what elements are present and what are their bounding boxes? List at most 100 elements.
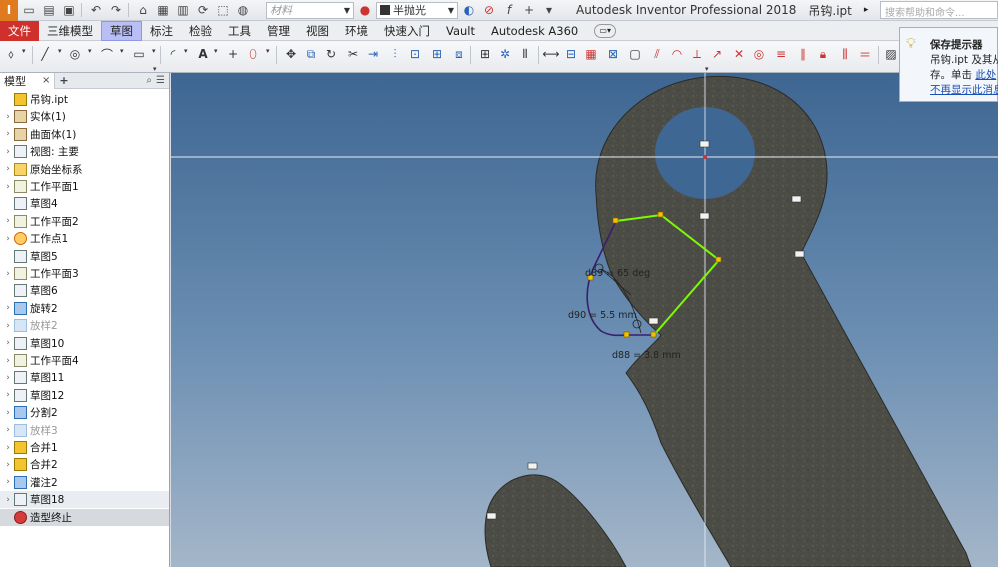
new-file-icon[interactable]: ▭ bbox=[20, 1, 38, 19]
expand-chevron-icon[interactable]: › bbox=[3, 147, 13, 157]
ribbon-options-icon[interactable]: ▭▾ bbox=[594, 23, 617, 38]
tree-item[interactable]: 草图4 bbox=[0, 195, 169, 212]
chevron-down-icon[interactable]: ▾ bbox=[214, 47, 218, 55]
arc-icon[interactable]: ⌒ bbox=[98, 45, 116, 63]
add-panel-icon[interactable]: + bbox=[59, 74, 68, 87]
expand-chevron-icon[interactable]: › bbox=[3, 112, 13, 122]
clear-appearance-icon[interactable]: ⊘ bbox=[480, 1, 498, 19]
color-wheel-icon[interactable]: ● bbox=[356, 1, 374, 19]
tree-item[interactable]: 吊钩.ipt bbox=[0, 91, 169, 108]
tree-item[interactable]: 造型终止 bbox=[0, 508, 169, 526]
help-search-input[interactable]: 搜索帮助和命令... bbox=[880, 1, 998, 19]
circle-icon[interactable]: ◎ bbox=[66, 45, 84, 63]
expand-chevron-icon[interactable]: › bbox=[3, 234, 13, 244]
line-icon[interactable]: ╱ bbox=[36, 45, 54, 63]
tab-get-started[interactable]: 快速入门 bbox=[376, 21, 438, 41]
tree-item[interactable]: › 放样3 bbox=[0, 422, 169, 439]
tree-item[interactable]: › 原始坐标系 bbox=[0, 161, 169, 178]
chevron-down-icon[interactable]: ▾ bbox=[152, 47, 156, 55]
app-logo[interactable]: I bbox=[0, 0, 18, 21]
panel-expand-icon[interactable]: ▾ bbox=[153, 65, 157, 73]
text-icon[interactable]: A bbox=[194, 45, 212, 63]
constraint-smooth-icon[interactable]: ↗ bbox=[708, 45, 726, 63]
tab-a360[interactable]: Autodesk A360 bbox=[483, 21, 586, 41]
add-icon[interactable]: + bbox=[520, 1, 538, 19]
constraint-collinear-icon[interactable]: ▢ bbox=[626, 45, 644, 63]
constraint-symmetric-icon[interactable]: ⫼ bbox=[836, 45, 854, 63]
tab-3d-model[interactable]: 三维模型 bbox=[39, 21, 101, 41]
chevron-down-icon[interactable]: ▾ bbox=[88, 47, 92, 55]
properties-icon[interactable]: ▦ bbox=[154, 1, 172, 19]
tab-manage[interactable]: 管理 bbox=[259, 21, 298, 41]
adjust-icon[interactable]: ◐ bbox=[460, 1, 478, 19]
undo-icon[interactable]: ↶ bbox=[87, 1, 105, 19]
constraint-coincident-icon[interactable]: ▦ bbox=[582, 45, 600, 63]
expand-chevron-icon[interactable]: › bbox=[3, 216, 13, 226]
update-icon[interactable]: ⟳ bbox=[194, 1, 212, 19]
expand-chevron-icon[interactable]: › bbox=[3, 443, 13, 453]
tooltip-here-link[interactable]: 此处 bbox=[975, 69, 996, 81]
expand-chevron-icon[interactable]: › bbox=[3, 408, 13, 418]
constraint-equal-icon[interactable]: ≡ bbox=[772, 45, 790, 63]
tree-item[interactable]: › 合并1 bbox=[0, 439, 169, 456]
expand-chevron-icon[interactable]: › bbox=[3, 373, 13, 383]
tooltip-dont-show-link[interactable]: 不再显示此消息 bbox=[930, 82, 998, 97]
chevron-down-icon[interactable]: ▾ bbox=[120, 47, 124, 55]
expand-chevron-icon[interactable]: › bbox=[3, 338, 13, 348]
dimension-length[interactable]: d88 = 3.8 mm bbox=[612, 350, 681, 361]
rectangle-icon[interactable]: ▭ bbox=[130, 45, 148, 63]
tree-item[interactable]: › 曲面体(1) bbox=[0, 126, 169, 143]
expand-chevron-icon[interactable]: › bbox=[3, 129, 13, 139]
material-combo[interactable]: 材料 ▼ bbox=[266, 1, 354, 19]
tree-item[interactable]: › 工作平面1 bbox=[0, 178, 169, 195]
split-icon[interactable]: ⫶ bbox=[386, 45, 404, 63]
expand-chevron-icon[interactable]: › bbox=[3, 356, 13, 366]
dimension-icon[interactable]: ⟷ bbox=[542, 45, 560, 63]
tab-tools[interactable]: 工具 bbox=[220, 21, 259, 41]
expand-chevron-icon[interactable]: › bbox=[3, 182, 13, 192]
constraint-perpendicular-icon[interactable]: ⟂ bbox=[688, 45, 706, 63]
expand-chevron-icon[interactable]: › bbox=[3, 164, 13, 174]
tree-item[interactable]: › 分割2 bbox=[0, 404, 169, 421]
rect-pattern-icon[interactable]: ⊞ bbox=[476, 45, 494, 63]
move-icon[interactable]: ✥ bbox=[282, 45, 300, 63]
panel-expand-icon[interactable]: ▾ bbox=[705, 65, 709, 73]
chevron-down-icon[interactable]: ▾ bbox=[266, 47, 270, 55]
tab-model[interactable]: 模型 × bbox=[0, 72, 56, 89]
graphics-window[interactable]: d89 = 65 deg d90 = 5.5 mm d88 = 3.8 mm bbox=[171, 73, 998, 567]
formula-icon[interactable]: f bbox=[500, 1, 518, 19]
dimension-angle[interactable]: d89 = 65 deg bbox=[585, 268, 650, 279]
tab-view[interactable]: 视图 bbox=[298, 21, 337, 41]
trim-icon[interactable]: ✂ bbox=[344, 45, 362, 63]
appearance-combo[interactable]: 半抛光 ▼ bbox=[376, 1, 458, 19]
offset-icon[interactable]: ⧈ bbox=[450, 45, 468, 63]
print-icon[interactable]: ▥ bbox=[174, 1, 192, 19]
expand-chevron-icon[interactable]: › bbox=[3, 460, 13, 470]
tree-item[interactable]: › 视图: 主要 bbox=[0, 143, 169, 160]
tab-inspect[interactable]: 检验 bbox=[181, 21, 220, 41]
tree-item[interactable]: › 合并2 bbox=[0, 456, 169, 473]
home-icon[interactable]: ⌂ bbox=[134, 1, 152, 19]
customize-icon[interactable]: ▾ bbox=[540, 1, 558, 19]
rotate-icon[interactable]: ↻ bbox=[322, 45, 340, 63]
constraint-parallel-icon[interactable]: ⫽ bbox=[648, 45, 666, 63]
select-icon[interactable]: ⬚ bbox=[214, 1, 232, 19]
expand-chevron-icon[interactable]: › bbox=[3, 269, 13, 279]
scale-icon[interactable]: ⊡ bbox=[406, 45, 424, 63]
tree-item[interactable]: › 工作平面4 bbox=[0, 352, 169, 369]
tab-environments[interactable]: 环境 bbox=[337, 21, 376, 41]
fillet-icon[interactable]: ◜ bbox=[164, 45, 182, 63]
insert-image-icon[interactable]: ▨ bbox=[882, 45, 900, 63]
expand-icon[interactable]: ▸ bbox=[864, 5, 869, 15]
expand-chevron-icon[interactable]: › bbox=[3, 425, 13, 435]
copy-icon[interactable]: ⧉ bbox=[302, 45, 320, 63]
expand-chevron-icon[interactable]: › bbox=[3, 390, 13, 400]
project-geometry-icon[interactable]: ⬯ bbox=[244, 45, 262, 63]
constraint-horizontal-icon[interactable]: ✕ bbox=[730, 45, 748, 63]
tree-item[interactable]: › 旋转2 bbox=[0, 300, 169, 317]
mirror-icon[interactable]: ⫴ bbox=[516, 45, 534, 63]
appearance-icon[interactable]: ◍ bbox=[234, 1, 252, 19]
search-icon[interactable]: ⌕ bbox=[146, 75, 152, 86]
tree-item[interactable]: 草图6 bbox=[0, 282, 169, 299]
constraint-concentric-icon[interactable]: ◎ bbox=[750, 45, 768, 63]
